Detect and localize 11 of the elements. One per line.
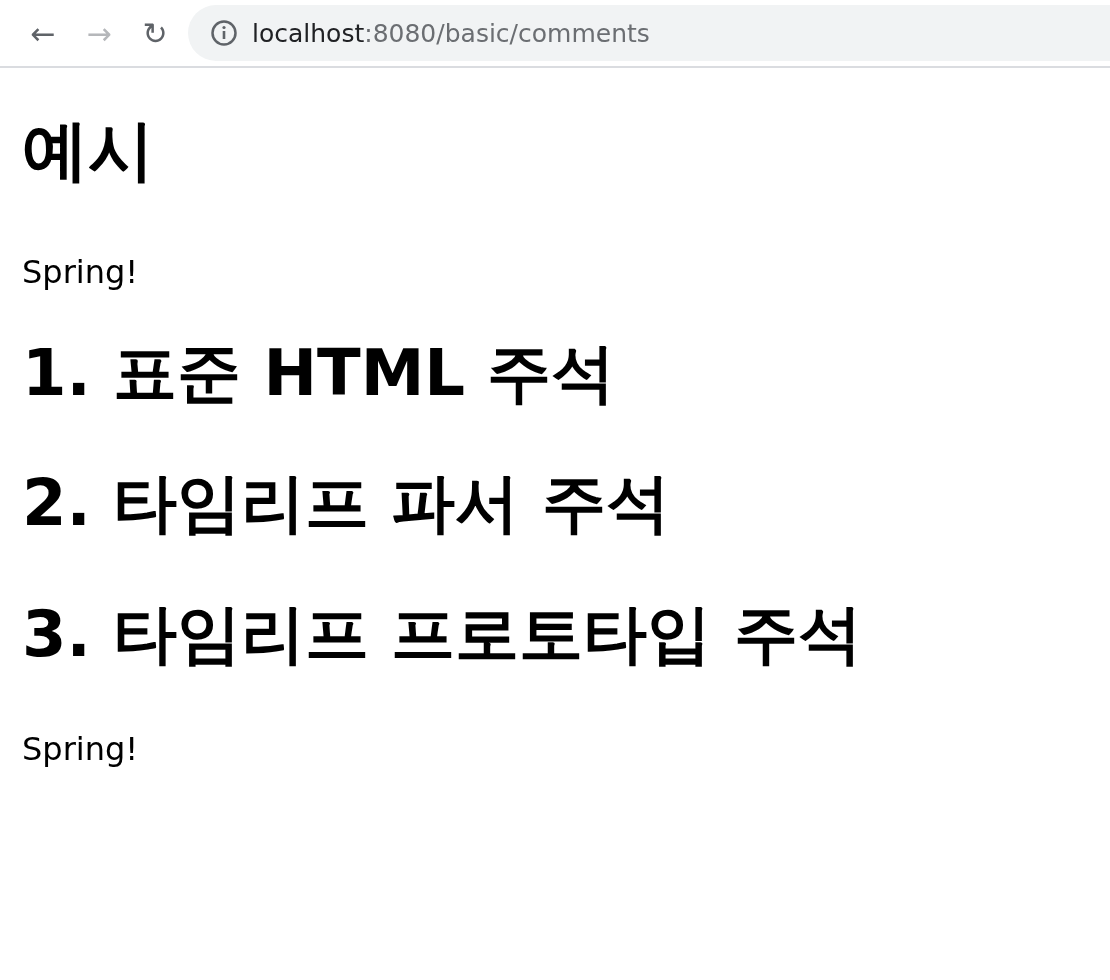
page-title: 예시 <box>22 111 155 191</box>
address-bar[interactable]: localhost:8080/basic/comments <box>188 5 1110 61</box>
section-heading: 3. 타임리프 프로토타입 주석 <box>22 596 863 673</box>
paragraph-text: Spring! <box>22 251 140 293</box>
reload-button[interactable]: ↻ <box>132 10 178 56</box>
paragraph-text: Spring! <box>22 729 140 770</box>
section-heading: 1. 표준 HTML 주석 <box>22 334 617 412</box>
info-icon[interactable] <box>210 19 238 47</box>
url-text[interactable]: localhost:8080/basic/comments <box>252 18 650 48</box>
back-button[interactable]: ← <box>20 10 66 56</box>
section-heading: 2. 타임리프 파서 주석 <box>22 465 671 543</box>
